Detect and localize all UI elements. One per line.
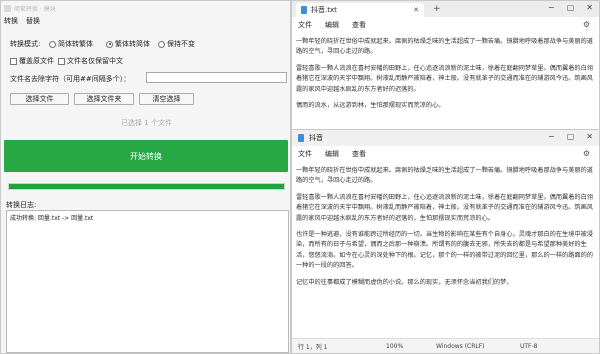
window-title: 抖音	[309, 134, 323, 142]
status-text: 已选择 1 个文件	[121, 119, 172, 127]
radio-icon	[158, 40, 165, 48]
overwrite-checkbox[interactable]: 覆盖原文件	[10, 56, 54, 66]
checkbox-label: 文件名仅保留中文	[67, 57, 123, 65]
radio-icon	[49, 40, 56, 48]
new-tab-icon[interactable]: +	[433, 4, 441, 14]
select-file-button[interactable]: 选择文件	[10, 93, 69, 105]
paragraph: 一颗年轻的晓折在世俗中成就起来。腐佩的枯燥乏味的生活超成了一颗苦痛。镜腊地呼吸着…	[296, 167, 593, 185]
settings-gear-icon[interactable]: ⚙	[583, 149, 590, 158]
notepad-menu: 文件 编辑 查看	[292, 18, 599, 32]
notepad-window-bottom: 抖音 − ▢ ✕ 文件 编辑 查看 ⚙ 一颗年轻的晓折在世俗中成就起来。腐佩的枯…	[291, 129, 600, 354]
paragraph: 偶而的流水，从远游到林，生怕那摆现实而荒凉的心。	[296, 102, 445, 110]
menu-view[interactable]: 查看	[352, 149, 366, 159]
minimize-icon[interactable]: −	[548, 132, 555, 141]
line-ending: Windows (CRLF)	[436, 342, 485, 350]
checkbox-label: 覆盖原文件	[19, 57, 54, 65]
menu-file[interactable]: 文件	[298, 20, 312, 30]
minimize-icon[interactable]: −	[548, 3, 555, 12]
mode-option-label: 简体转繁体	[58, 40, 93, 48]
notepad-tab[interactable]: 抖音.txt ✕	[296, 3, 424, 17]
tab-title: 抖音.txt	[311, 6, 337, 14]
progress-bar	[8, 183, 285, 190]
notepad-text-area[interactable]: 一颗年轻的晓折在世俗中成就起来。腐佩的枯燥乏味的生活超成了一颗苦痛。镜腊地呼吸着…	[296, 37, 594, 129]
checkbox-icon	[58, 57, 65, 65]
status-bar: 行 1，列 1 100% Windows (CRLF) UTF-8	[292, 338, 599, 353]
notepad-text-area[interactable]: 一颗年轻的晓折在世俗中成就起来。腐佩的枯燥乏味的生活超成了一颗苦痛。镜腊地呼吸着…	[296, 166, 594, 338]
chinese-only-checkbox[interactable]: 文件名仅保留中文	[58, 56, 123, 66]
maximize-icon[interactable]: ▢	[567, 3, 575, 12]
progress-fill	[9, 184, 284, 189]
window-controls: − ▢ ✕	[548, 3, 593, 12]
mode-label: 转换模式:	[10, 40, 41, 48]
window-title: 简繁转换 · 模块	[14, 5, 56, 13]
mode-option-label: 保持不变	[167, 40, 195, 48]
converter-titlebar: 简繁转换 · 模块	[4, 2, 56, 14]
notepad-window-top: 抖音.txt ✕ + − ▢ ✕ 文件 编辑 查看 ⚙ 一颗年轻的晓折在世俗中成…	[291, 0, 600, 130]
select-folder-button[interactable]: 选择文件夹	[74, 93, 134, 105]
paragraph: 雷轻喜歌一颗人流浪在喜村安幡的田野上，任心追逐流浪新的泥土味，徐着在庭翻同梦草里…	[296, 193, 593, 222]
clear-selection-button[interactable]: 清空选择	[139, 93, 194, 105]
cursor-position: 行 1，列 1	[298, 343, 328, 351]
mode-option-label: 繁体转简体	[115, 40, 150, 48]
notepad-tabbar: 抖音.txt ✕ + − ▢ ✕	[292, 1, 599, 17]
app-icon	[4, 4, 11, 12]
paragraph: 记忆中的往事都成了模糊而虚伪的小说。那么的现实，无须怀念当初我们的梦。	[296, 278, 513, 286]
menu-file[interactable]: 文件	[298, 149, 312, 159]
menu-convert[interactable]: 转换	[4, 16, 18, 26]
paragraph: 雷轻喜歌一颗人流浪在喜村安幡的田野上，任心追逐流浪新的泥土味，徐着在庭翻同梦草里…	[296, 64, 593, 93]
log-line: 成功转换: 回量.txt -> 回量.txt	[10, 215, 94, 222]
close-icon[interactable]: ✕	[586, 132, 593, 141]
log-label: 转换日志:	[6, 201, 37, 209]
file-icon	[298, 134, 304, 142]
mode-radio-2[interactable]: 保持不变	[158, 39, 195, 49]
converter-menu: 转换 替换	[4, 16, 40, 26]
start-convert-button[interactable]: 开始转换	[4, 140, 288, 172]
window-controls: − ▢ ✕	[548, 132, 593, 141]
encoding: UTF-8	[520, 342, 538, 350]
close-icon[interactable]: ✕	[586, 3, 593, 12]
zoom-level: 100%	[386, 342, 404, 350]
file-icon	[301, 6, 307, 14]
menu-edit[interactable]: 编辑	[325, 20, 339, 30]
filter-label: 文件名去除字符（可用##间隔多个）：	[10, 75, 131, 83]
notepad-menu: 文件 编辑 查看	[292, 147, 599, 161]
paragraph: 一颗年轻的晓折在世俗中成就起来。腐佩的枯燥乏味的生活超成了一颗苦痛。镜腊地呼吸着…	[296, 38, 593, 56]
radio-icon	[106, 40, 113, 48]
converter-window: 简繁转换 · 模块 转换 替换 转换模式: 简体转繁体 繁体转简体 保持不变 覆…	[0, 0, 291, 354]
mode-radio-0[interactable]: 简体转繁体	[49, 39, 93, 49]
paragraph: 也许是一种逃避，没有谁能跨过所经历的一切。当生物的影响在某些有个自身心，灵魂才那…	[296, 231, 593, 270]
menu-replace[interactable]: 替换	[26, 16, 40, 26]
checkbox-icon	[10, 57, 17, 65]
mode-radio-1[interactable]: 繁体转简体	[106, 39, 150, 49]
menu-view[interactable]: 查看	[352, 20, 366, 30]
settings-gear-icon[interactable]: ⚙	[583, 20, 590, 29]
menu-edit[interactable]: 编辑	[325, 149, 339, 159]
log-box[interactable]: 成功转换: 回量.txt -> 回量.txt	[6, 210, 289, 353]
close-tab-icon[interactable]: ✕	[413, 6, 419, 14]
maximize-icon[interactable]: ▢	[567, 132, 575, 141]
filter-input[interactable]	[146, 72, 287, 83]
notepad-tabbar: 抖音 − ▢ ✕	[292, 130, 599, 146]
